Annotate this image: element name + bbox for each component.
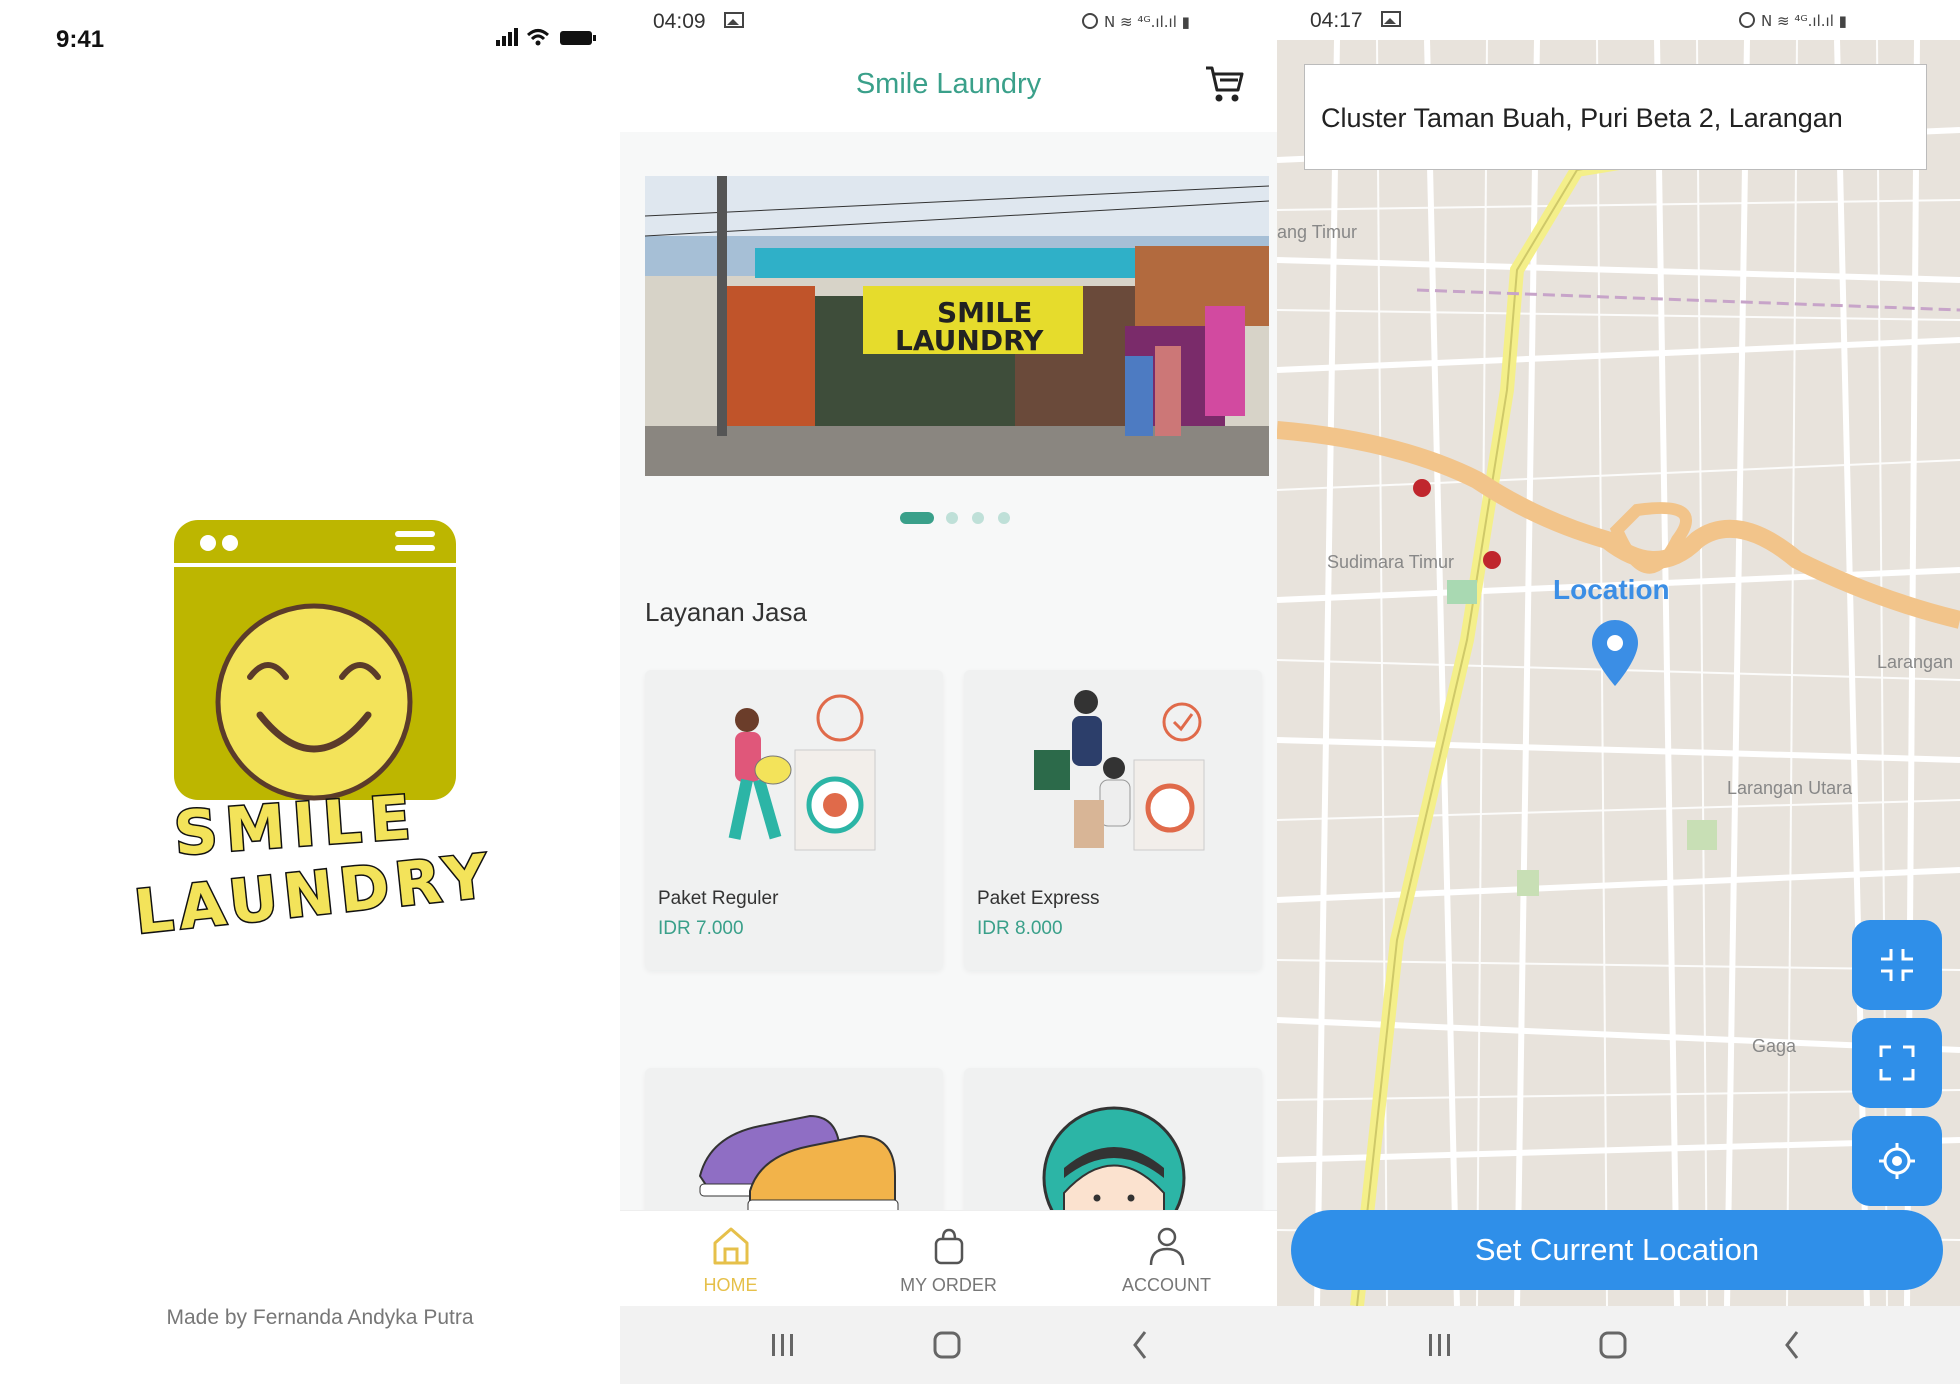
- svg-text:N ≋ ⁴ᴳ.ıl.ıl ▮: N ≋ ⁴ᴳ.ıl.ıl ▮: [1761, 12, 1847, 30]
- card-name: Paket Express: [977, 888, 1100, 909]
- nav-account[interactable]: ACCOUNT: [1057, 1211, 1276, 1307]
- image-notification-icon: [724, 12, 744, 28]
- banner-carousel[interactable]: SMILE LAUNDRY: [645, 176, 1269, 476]
- battery-icon: [560, 31, 596, 45]
- carousel-dot[interactable]: [946, 512, 958, 524]
- status-bar: 04:09 N ≋ ⁴ᴳ.ıl.ıl ▮: [620, 0, 1277, 42]
- system-navigation-bar: [1277, 1306, 1960, 1384]
- card-name: Paket Reguler: [658, 888, 779, 909]
- carousel-dot[interactable]: [972, 512, 984, 524]
- storefront-photo: SMILE LAUNDRY: [645, 176, 1269, 476]
- cart-button[interactable]: [1202, 62, 1246, 111]
- set-current-location-button[interactable]: Set Current Location: [1291, 1210, 1943, 1290]
- map-screen: 04:17 N ≋ ⁴ᴳ.ıl.ıl ▮ Sudimara Timur Lara…: [1277, 0, 1960, 1384]
- splash-screen: 9:41 SMILE LAUNDRY Made by Fernanda Andy…: [0, 0, 620, 1384]
- system-navigation-bar: [620, 1306, 1277, 1384]
- nav-my-order[interactable]: MY ORDER: [839, 1211, 1058, 1307]
- card-price: IDR 7.000: [658, 918, 744, 939]
- status-icons: N ≋ ⁴ᴳ.ıl.ıl ▮: [1082, 13, 1190, 31]
- service-card-reguler[interactable]: Paket Reguler IDR 7.000: [645, 670, 943, 970]
- card-price: IDR 8.000: [977, 918, 1063, 939]
- address-field[interactable]: Cluster Taman Buah, Puri Beta 2, Laranga…: [1304, 64, 1927, 170]
- app-title: Smile Laundry: [855, 68, 1042, 100]
- crosshair-icon: [1879, 1143, 1915, 1179]
- carousel-dot[interactable]: [998, 512, 1010, 524]
- map-label: Gaga: [1752, 1036, 1797, 1056]
- home-icon: [713, 1227, 749, 1265]
- smile-laundry-logo: SMILE LAUNDRY: [130, 520, 498, 935]
- back-icon[interactable]: [1777, 1306, 1807, 1384]
- shoes-illustration: [698, 1114, 899, 1215]
- image-notification-icon: [1381, 11, 1401, 27]
- status-time: 04:17: [1310, 9, 1363, 32]
- bottom-navigation: HOME MY ORDER ACCOUNT: [620, 1210, 1277, 1307]
- bag-icon: [934, 1228, 964, 1265]
- cart-icon: [1206, 66, 1244, 102]
- service-card-express[interactable]: Paket Express IDR 8.000: [964, 670, 1262, 970]
- nav-home[interactable]: HOME: [621, 1211, 840, 1307]
- nav-label: HOME: [703, 1275, 758, 1295]
- washing-person-illustration: [728, 694, 876, 851]
- person-icon: [1149, 1227, 1185, 1266]
- home-screen: 04:09 N ≋ ⁴ᴳ.ıl.ıl ▮ Smile Laundry SMILE…: [620, 0, 1277, 1384]
- status-icons: [494, 26, 614, 55]
- section-title: Layanan Jasa: [645, 597, 807, 627]
- app-header: Smile Laundry: [620, 42, 1277, 132]
- helmet-illustration: [1042, 1106, 1186, 1228]
- back-icon[interactable]: [1125, 1306, 1155, 1384]
- home-system-icon[interactable]: [932, 1306, 962, 1384]
- svg-text:N ≋ ⁴ᴳ.ıl.ıl ▮: N ≋ ⁴ᴳ.ıl.ıl ▮: [1104, 13, 1190, 31]
- nav-label: ACCOUNT: [1122, 1275, 1211, 1295]
- map-label: Larangan Utara: [1727, 778, 1853, 798]
- map-label: Sudimara Timur: [1327, 552, 1455, 572]
- wifi-icon: [526, 29, 550, 41]
- zoom-out-button[interactable]: [1852, 1018, 1942, 1108]
- banner-sign-line2: LAUNDRY: [895, 324, 1044, 357]
- express-laundry-illustration: [1034, 690, 1205, 851]
- status-time: 9:41: [56, 26, 105, 53]
- expand-icon: [1879, 1045, 1915, 1081]
- signal-icon: [496, 28, 518, 46]
- status-time: 04:09: [653, 10, 706, 33]
- status-bar: 04:17 N ≋ ⁴ᴳ.ıl.ıl ▮: [1277, 0, 1960, 40]
- status-icons: N ≋ ⁴ᴳ.ıl.ıl ▮: [1739, 12, 1847, 30]
- carousel-dot-active[interactable]: [900, 512, 934, 524]
- credit-text: Made by Fernanda Andyka Putra: [166, 1306, 474, 1329]
- location-pin-icon[interactable]: [1590, 618, 1640, 688]
- zoom-in-button[interactable]: [1852, 920, 1942, 1010]
- collapse-icon: [1881, 949, 1913, 981]
- recent-apps-icon[interactable]: [768, 1306, 798, 1384]
- location-label: Location: [1553, 574, 1670, 605]
- map-label: ang Timur: [1277, 222, 1358, 242]
- recent-apps-icon[interactable]: [1425, 1306, 1455, 1384]
- nav-label: MY ORDER: [900, 1275, 997, 1295]
- my-location-button[interactable]: [1852, 1116, 1942, 1206]
- map-label: Larangan: [1877, 652, 1954, 672]
- home-system-icon[interactable]: [1598, 1306, 1628, 1384]
